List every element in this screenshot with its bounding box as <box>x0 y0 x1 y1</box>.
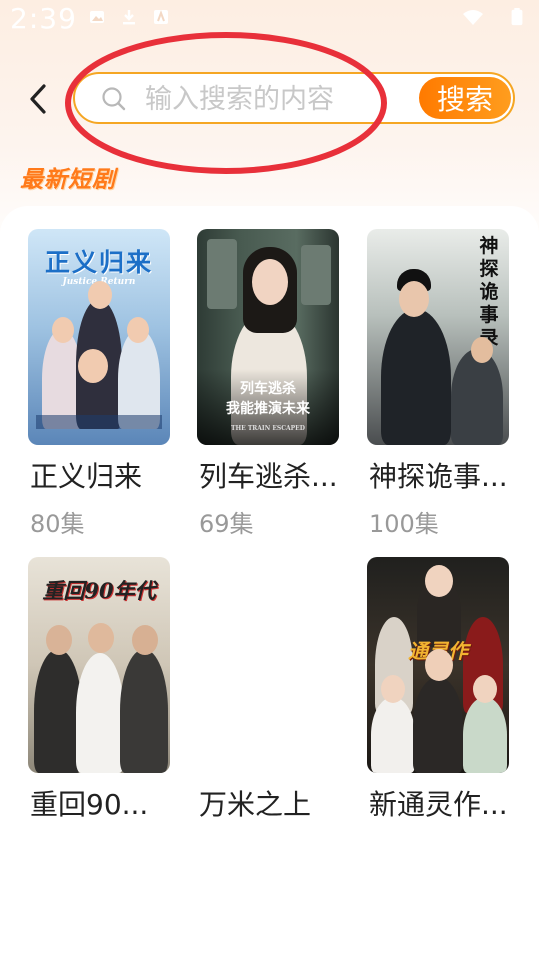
drama-title: 重回90... <box>30 788 149 821</box>
poster-figure <box>413 677 463 773</box>
status-bar: 2:39 <box>0 0 539 40</box>
image-notification-icon <box>90 11 104 23</box>
section-title: 最新短剧 <box>20 167 116 193</box>
drama-title: 列车逃杀... <box>199 460 338 493</box>
drama-title: 正义归来 <box>30 460 143 493</box>
poster-figure <box>463 697 507 773</box>
wifi-icon <box>463 10 483 25</box>
poster-face <box>52 317 74 343</box>
poster-face <box>46 625 72 655</box>
poster-title: 重回90年代 <box>42 578 156 603</box>
drama-card[interactable]: 通灵作 新通灵作... <box>367 557 512 821</box>
drama-card[interactable]: 列车逃杀 我能推演未来 THE TRAIN ESCAPED 列车逃杀... 69… <box>197 229 342 538</box>
poster-figure <box>371 697 415 773</box>
drama-title: 新通灵作... <box>369 788 508 821</box>
poster-face <box>252 259 288 305</box>
poster-face <box>425 565 453 597</box>
poster-face <box>399 281 429 317</box>
poster-face <box>127 317 149 343</box>
search-icon <box>102 87 126 111</box>
episode-count: 100集 <box>369 510 439 538</box>
search-bar[interactable]: 搜索 <box>73 72 515 124</box>
poster-title: 列车逃杀 我能推演未来 <box>226 381 310 417</box>
drama-title: 万米之上 <box>199 788 312 821</box>
poster-face <box>88 281 112 309</box>
battery-icon <box>511 8 523 26</box>
drama-card[interactable]: 正义归来 Justice Return 正义归来 80集 <box>28 229 173 538</box>
episode-count: 69集 <box>199 510 254 538</box>
search-button[interactable]: 搜索 <box>419 77 511 119</box>
poster-face <box>78 349 108 383</box>
drama-card[interactable]: 神探诡事录 神探诡事... 100集 <box>367 229 512 538</box>
poster-figure <box>381 309 451 445</box>
poster-face <box>425 649 453 681</box>
drama-poster[interactable]: 通灵作 <box>367 557 509 773</box>
poster-face <box>88 623 114 653</box>
poster-train-window <box>301 245 331 305</box>
poster-title: 正义归来 <box>44 248 153 277</box>
app-notification-icon <box>154 10 168 24</box>
drama-poster[interactable]: 正义归来 Justice Return <box>28 229 170 445</box>
drama-card[interactable]: 万米之上 <box>197 557 342 821</box>
drama-card[interactable]: 重回90年代 重回90... <box>28 557 173 821</box>
drama-poster[interactable]: 列车逃杀 我能推演未来 THE TRAIN ESCAPED <box>197 229 339 445</box>
drama-poster[interactable]: 重回90年代 <box>28 557 170 773</box>
poster-face <box>132 625 158 655</box>
drama-poster[interactable]: 神探诡事录 <box>367 229 509 445</box>
drama-title: 神探诡事... <box>369 460 508 493</box>
bottom-fade-overlay <box>0 832 539 956</box>
search-input[interactable] <box>143 80 397 118</box>
poster-caption-bar <box>36 415 162 429</box>
poster-subtitle: THE TRAIN ESCAPED <box>231 425 305 432</box>
download-notification-icon <box>123 10 135 25</box>
poster-figure <box>118 329 160 429</box>
poster-figure <box>451 349 503 445</box>
poster-figure <box>76 653 124 773</box>
episode-count: 80集 <box>30 510 85 538</box>
poster-title: 神探诡事录 <box>479 235 499 349</box>
poster-train-window <box>207 239 237 309</box>
poster-figure <box>120 649 168 773</box>
status-time: 2:39 <box>10 2 77 35</box>
poster-face <box>381 675 405 703</box>
poster-face <box>471 337 493 363</box>
poster-figure <box>34 649 82 773</box>
poster-face <box>473 675 497 703</box>
back-arrow-icon[interactable] <box>24 80 54 118</box>
drama-poster-placeholder[interactable] <box>197 557 339 773</box>
